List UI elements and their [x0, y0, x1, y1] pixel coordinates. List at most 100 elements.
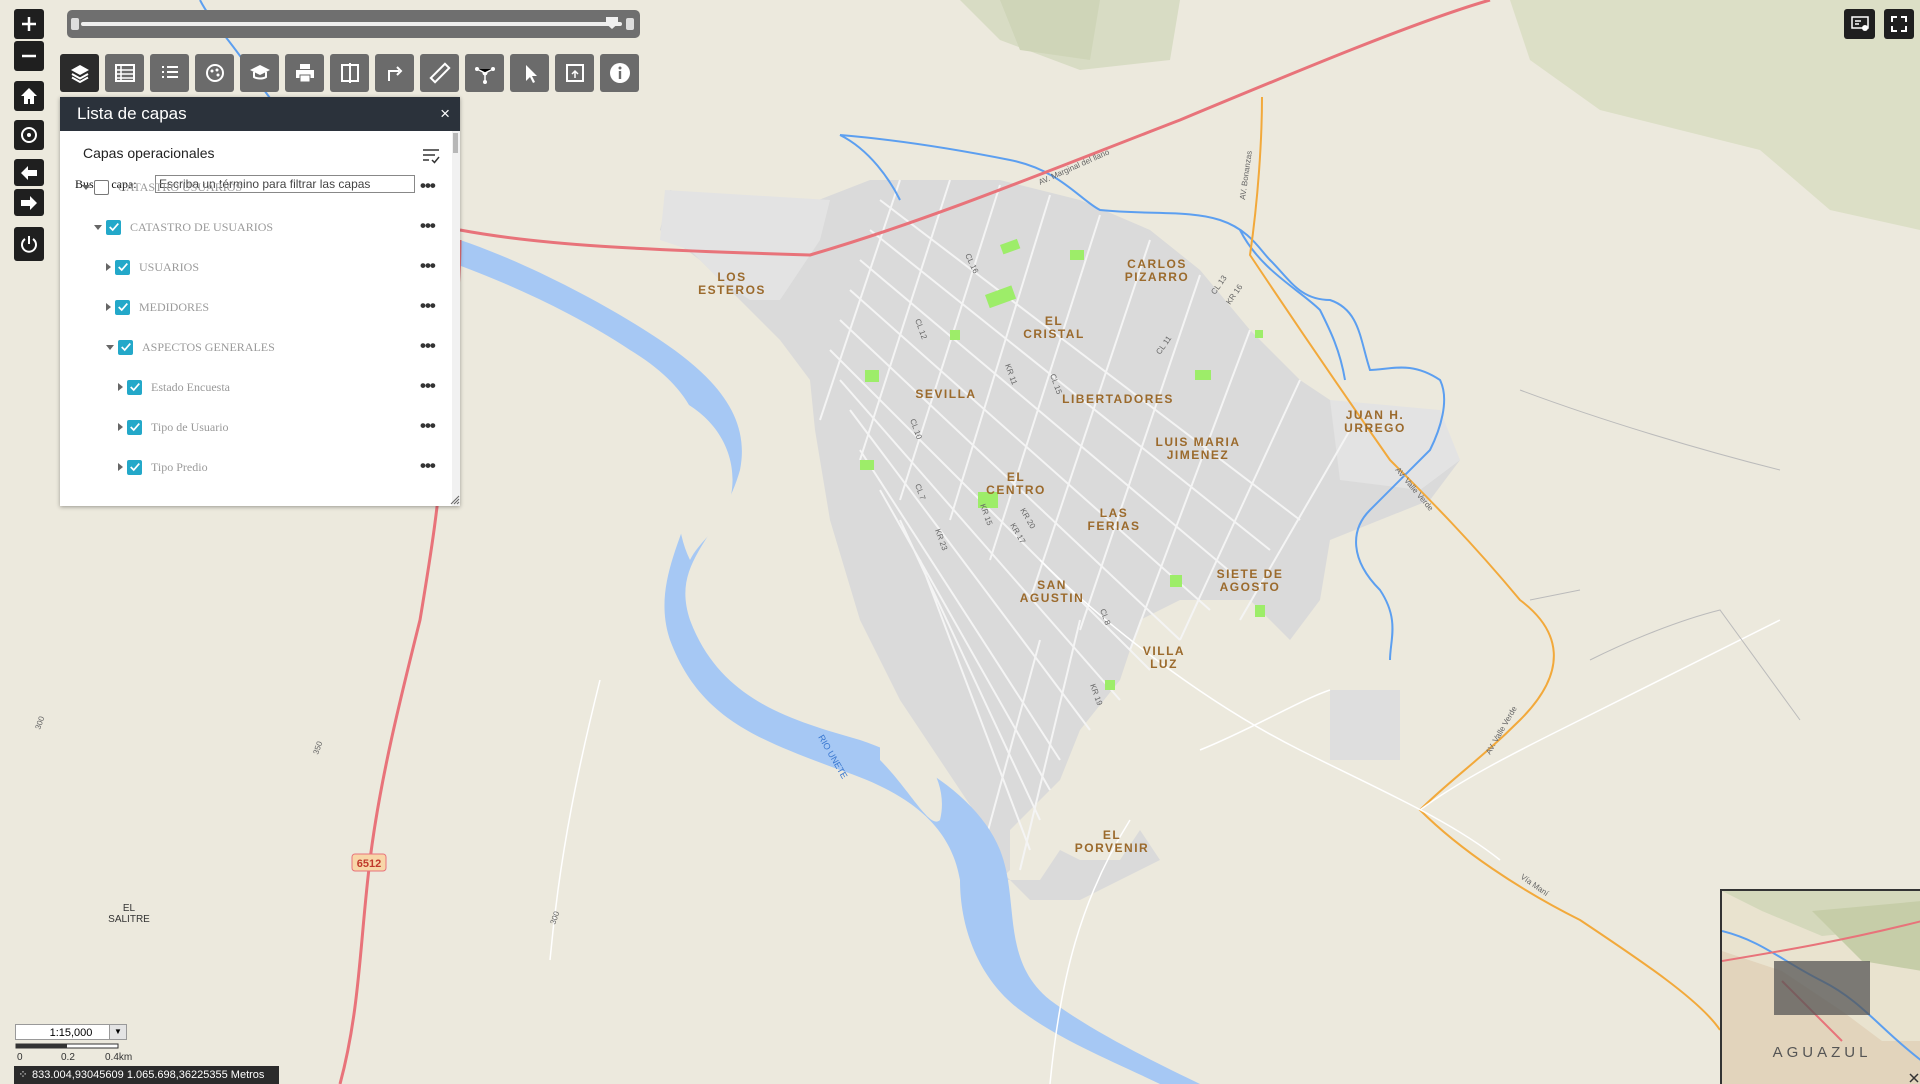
measure-button[interactable] [420, 54, 459, 92]
layer-checkbox[interactable] [94, 179, 109, 195]
close-button[interactable]: × [440, 97, 450, 131]
forward-icon [21, 195, 37, 210]
layer-more-options-icon[interactable]: ••• [420, 336, 436, 356]
info-button[interactable] [600, 54, 639, 92]
route-shield: 6512 [351, 853, 387, 872]
slider-start-handle[interactable] [71, 18, 79, 30]
zoom-in-button[interactable] [14, 9, 44, 39]
caret-right-icon[interactable] [106, 303, 111, 311]
layer-row[interactable]: ASPECTOS GENERALES [106, 337, 275, 357]
road-label: AV. Marginal del llano [1037, 147, 1111, 187]
network-button[interactable] [465, 54, 504, 92]
contour-label: 300 [33, 715, 46, 731]
time-slider[interactable] [67, 10, 640, 38]
fullscreen-icon [1891, 16, 1907, 32]
layer-checkbox[interactable] [127, 419, 142, 435]
power-button[interactable] [14, 227, 44, 261]
slider-thumb[interactable] [606, 17, 618, 29]
layer-checkbox[interactable] [106, 219, 121, 235]
attribute-table-button[interactable] [105, 54, 144, 92]
layer-more-options-icon[interactable]: ••• [420, 296, 436, 316]
layer-checkbox[interactable] [127, 459, 142, 475]
caret-down-icon[interactable] [82, 184, 90, 190]
layer-more-options-icon[interactable]: ••• [420, 176, 436, 196]
slider-track[interactable] [81, 22, 622, 26]
chevron-down-icon[interactable]: ▼ [109, 1025, 126, 1039]
caret-right-icon[interactable] [118, 423, 123, 431]
panel-header: Lista de capas × [60, 97, 460, 131]
swipe-button[interactable] [330, 54, 369, 92]
home-button[interactable] [14, 81, 44, 111]
basemap-gallery-button[interactable] [195, 54, 234, 92]
layer-row[interactable]: Tipo Predio [118, 457, 208, 477]
neighborhood-label: LUZ [1150, 657, 1178, 671]
fullscreen-button[interactable] [1884, 9, 1914, 39]
screening-button[interactable] [555, 54, 594, 92]
scrollbar-thumb[interactable] [453, 133, 458, 153]
about-icon [249, 65, 270, 80]
caret-down-icon[interactable] [94, 224, 102, 230]
caret-right-icon[interactable] [118, 463, 123, 471]
neighborhood-label: SAN [1037, 578, 1067, 592]
neighborhood-label: EL [1007, 470, 1025, 484]
measure-icon [428, 62, 451, 84]
layer-more-options-icon[interactable]: ••• [420, 216, 436, 236]
layer-row[interactable]: MEDIDORES [106, 297, 209, 317]
filter-list-icon[interactable] [421, 145, 441, 165]
overview-map[interactable]: AGUAZUL [1720, 889, 1920, 1084]
scale-tick: 0 [17, 1052, 23, 1063]
overview-extent-box[interactable] [1774, 961, 1870, 1015]
scale-tick: 0.4km [105, 1052, 132, 1063]
layer-checkbox[interactable] [115, 259, 130, 275]
layer-row[interactable]: CATASTRO USUARIOS [82, 177, 242, 197]
basemap-gallery-icon [205, 64, 224, 82]
caret-right-icon[interactable] [106, 263, 111, 271]
resize-handle-icon[interactable] [450, 495, 460, 505]
layer-more-options-icon[interactable]: ••• [420, 416, 436, 436]
layer-more-options-icon[interactable]: ••• [420, 376, 436, 396]
layer-checkbox[interactable] [127, 379, 142, 395]
directions-button[interactable] [375, 54, 414, 92]
slider-end-handle[interactable] [626, 18, 634, 30]
place-label: SALITRE [108, 914, 150, 925]
legend-button[interactable] [150, 54, 189, 92]
layer-row[interactable]: Estado Encuesta [118, 377, 230, 397]
layer-more-options-icon[interactable]: ••• [420, 256, 436, 276]
neighborhood-label: JUAN H. [1346, 408, 1405, 422]
forward-button[interactable] [14, 189, 44, 216]
neighborhood-label: SEVILLA [915, 387, 976, 401]
locate-icon [21, 127, 37, 143]
layer-more-options-icon[interactable]: ••• [420, 456, 436, 476]
layer-label: ASPECTOS GENERALES [142, 339, 275, 354]
select-button[interactable] [510, 54, 549, 92]
zoom-out-button[interactable] [14, 41, 44, 71]
layer-label: Tipo Predio [151, 459, 208, 474]
layer-label: Tipo de Usuario [151, 419, 229, 434]
zoom-out-icon [22, 54, 36, 58]
neighborhood-label: LOS [717, 270, 746, 284]
minor-roads [549, 559, 1781, 1084]
check-icon [129, 423, 140, 432]
display-settings-button[interactable] [1844, 9, 1875, 39]
layer-checkbox[interactable] [118, 339, 133, 355]
crosshair-icon[interactable]: ⁘ [14, 1066, 32, 1084]
layer-label: CATASTRO DE USUARIOS [130, 219, 274, 234]
layer-checkbox[interactable] [115, 299, 130, 315]
print-button[interactable] [285, 54, 324, 92]
back-button[interactable] [14, 159, 44, 186]
about-button[interactable] [240, 54, 279, 92]
check-icon [108, 223, 119, 232]
layer-list-button[interactable] [60, 54, 99, 92]
caret-down-icon[interactable] [106, 344, 114, 350]
locate-button[interactable] [14, 120, 44, 150]
check-icon [117, 263, 128, 272]
back-icon [21, 165, 37, 180]
panel-scrollbar[interactable] [452, 131, 460, 506]
scale-selector[interactable]: 1:15,000 ▼ [15, 1024, 127, 1040]
caret-right-icon[interactable] [118, 383, 123, 391]
scale-ratio: 1:15,000 [49, 1027, 93, 1039]
neighborhood-label: AGUSTIN [1020, 591, 1085, 605]
layer-row[interactable]: Tipo de Usuario [118, 417, 229, 437]
layer-row[interactable]: CATASTRO DE USUARIOS [94, 217, 273, 237]
layer-row[interactable]: USUARIOS [106, 257, 199, 277]
